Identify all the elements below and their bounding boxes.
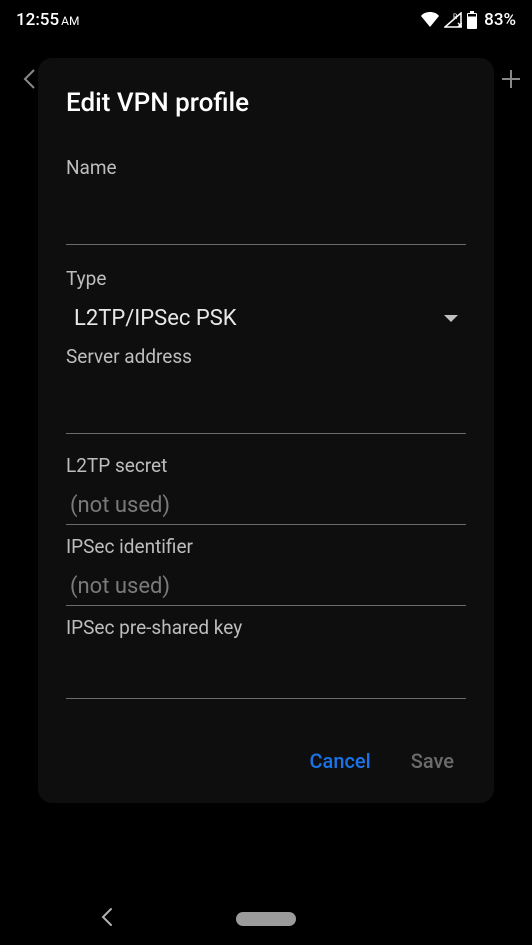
back-arrow-icon[interactable] [22,68,36,94]
status-bar: 12:55AM R 83% [0,0,532,40]
navigation-bar [0,893,532,945]
type-value: L2TP/IPSec PSK [74,306,237,331]
add-icon[interactable] [500,68,522,94]
save-button[interactable]: Save [409,743,456,779]
wifi-icon [420,12,440,28]
server-input[interactable] [66,394,466,434]
cellular-signal-icon: R [444,12,462,28]
status-time: 12:55AM [16,10,79,30]
chevron-down-icon [444,315,458,322]
battery-icon [466,11,478,29]
dialog-title: Edit VPN profile [66,88,466,118]
status-icons: R 83% [420,10,516,30]
ipsec-id-label: IPSec identifier [66,535,466,558]
edit-vpn-dialog: Edit VPN profile Name Type L2TP/IPSec PS… [38,58,494,803]
clock-ampm: AM [61,14,79,28]
type-select[interactable]: L2TP/IPSec PSK [66,290,466,343]
name-input[interactable] [66,205,466,245]
type-label: Type [66,267,466,290]
home-pill[interactable] [236,912,296,926]
signal-badge: R [453,13,458,21]
l2tp-secret-label: L2TP secret [66,454,466,477]
ipsec-id-input[interactable] [66,566,466,606]
l2tp-secret-input[interactable] [66,485,466,525]
cancel-button[interactable]: Cancel [308,743,373,779]
battery-percentage: 83% [484,10,516,30]
clock-time: 12:55 [16,10,59,30]
nav-back-icon[interactable] [100,907,114,931]
name-label: Name [66,156,466,179]
dialog-actions: Cancel Save [66,743,466,785]
server-label: Server address [66,345,466,368]
ipsec-psk-label: IPSec pre-shared key [66,616,466,639]
ipsec-psk-input[interactable] [66,659,466,699]
